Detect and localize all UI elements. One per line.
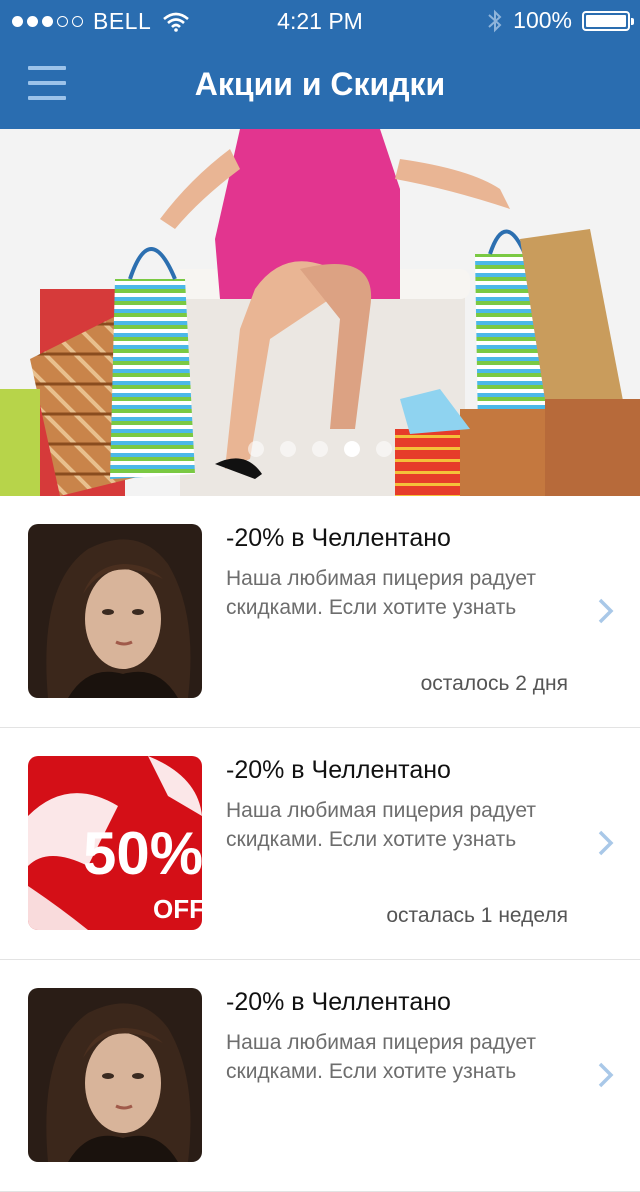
battery-percent: 100% (513, 7, 572, 33)
pager-dot[interactable] (280, 441, 296, 457)
promo-title: -20% в Челлентано (226, 524, 451, 552)
sale-percent-text: 50% (83, 820, 202, 887)
promo-banner[interactable] (0, 129, 640, 496)
pager-dot[interactable] (248, 441, 264, 457)
status-bar: BELL 4:21 PM 100% (0, 0, 640, 40)
banner-pager (0, 441, 640, 457)
pager-dot[interactable] (312, 441, 328, 457)
chevron-right-icon (598, 598, 614, 624)
promo-thumbnail: 50% OFF (28, 756, 202, 930)
promo-description: Наша любимая пицерия радует скидками. Ес… (226, 1031, 536, 1083)
promo-thumbnail (28, 524, 202, 698)
list-item[interactable]: -20% в Челлентано Наша любимая пицерия р… (0, 960, 640, 1192)
sale-off-text: OFF (153, 894, 202, 924)
promo-list: -20% в Челлентано Наша любимая пицерия р… (0, 496, 640, 1192)
chevron-right-icon (598, 1062, 614, 1088)
promo-description: Наша любимая пицерия радует скидками. Ес… (226, 799, 536, 851)
portrait-image (28, 524, 202, 698)
chevron-right-icon (598, 830, 614, 856)
list-item[interactable]: -20% в Челлентано Наша любимая пицерия р… (0, 496, 640, 728)
pager-dot[interactable] (376, 441, 392, 457)
bluetooth-icon (488, 9, 502, 32)
battery-icon (582, 10, 634, 31)
promo-title: -20% в Челлентано (226, 988, 451, 1016)
promo-time-left: осталась 1 неделя (386, 904, 568, 927)
sale-image: 50% OFF (28, 756, 202, 930)
promo-description: Наша любимая пицерия радует скидками. Ес… (226, 567, 536, 619)
status-right: 100% (487, 7, 634, 34)
header-bar: BELL 4:21 PM 100% Акции и Скидки (0, 0, 640, 129)
pager-dot-active[interactable] (344, 441, 360, 457)
promo-time-left: осталось 2 дня (420, 672, 568, 695)
promo-title: -20% в Челлентано (226, 756, 451, 784)
page-title: Акции и Скидки (194, 66, 446, 102)
list-item[interactable]: 50% OFF -20% в Челлентано Наша любимая п… (0, 728, 640, 960)
